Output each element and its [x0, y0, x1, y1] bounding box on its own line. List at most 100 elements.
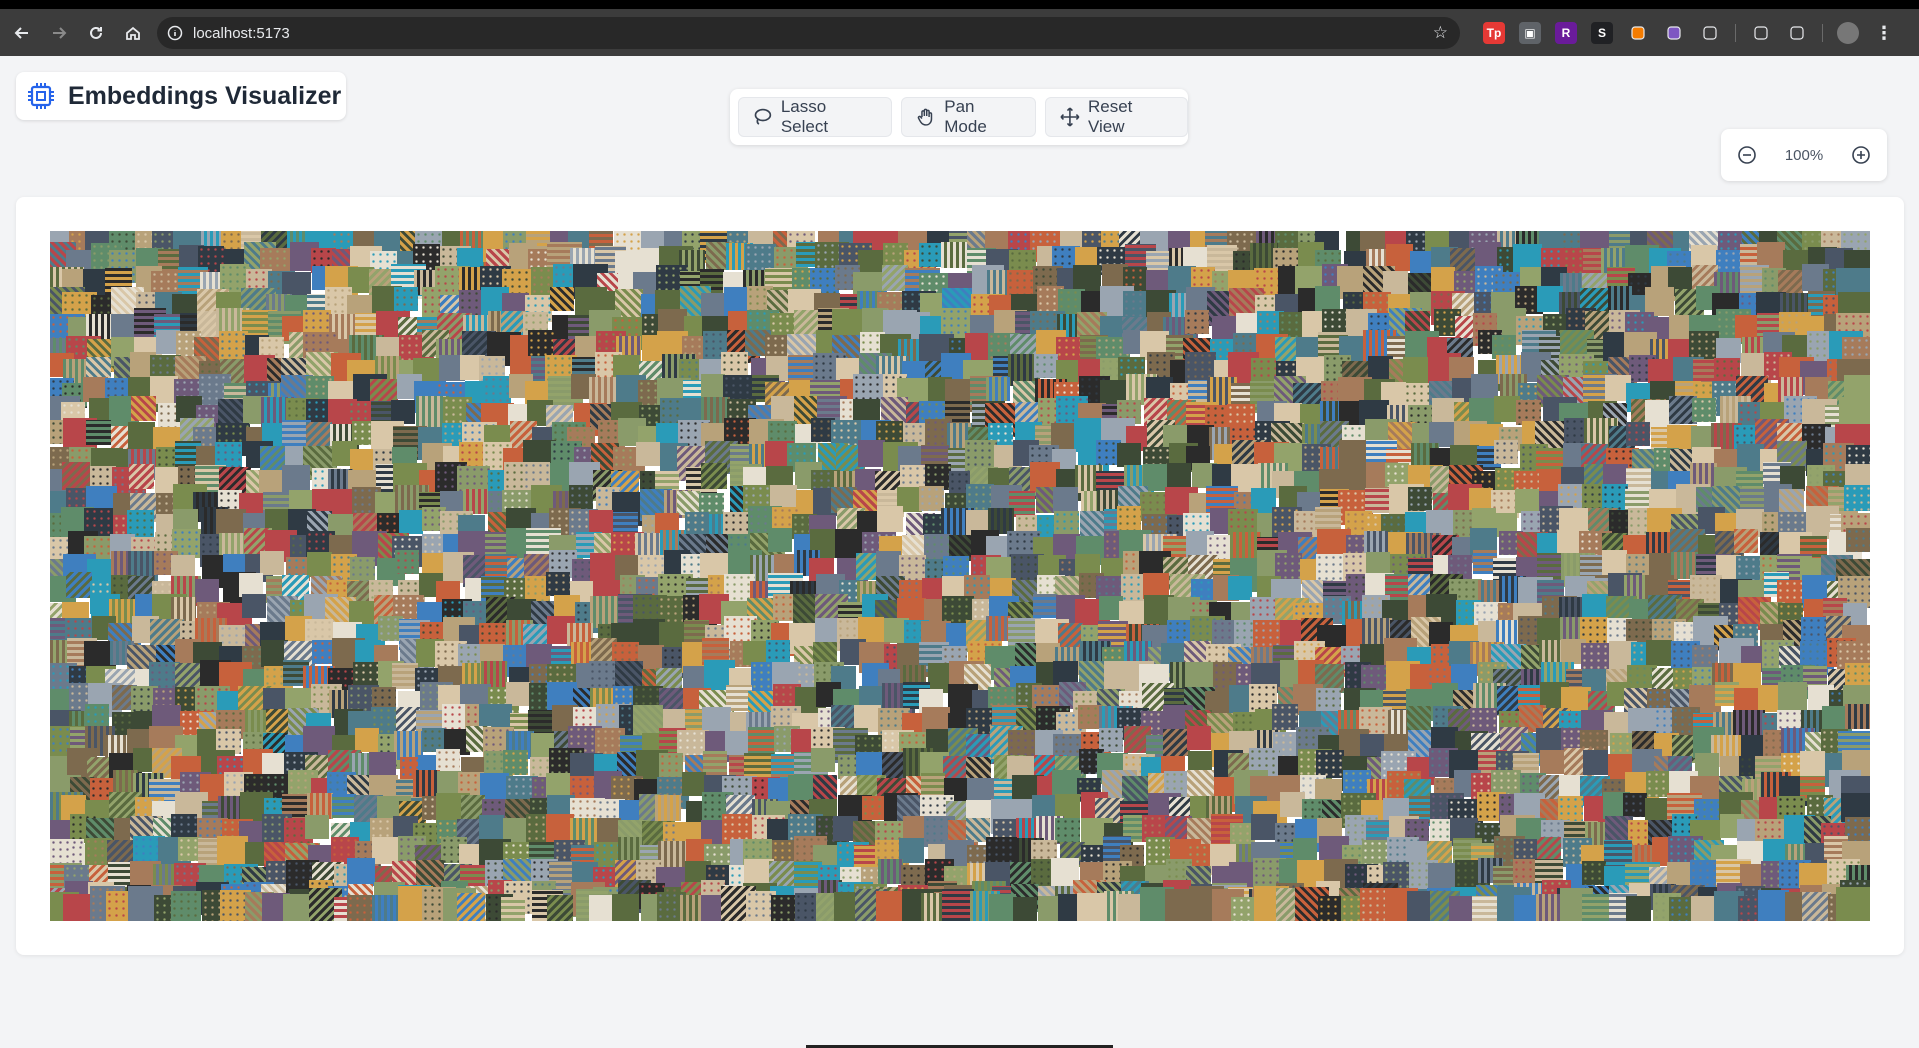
embedding-tile[interactable]: [1494, 440, 1518, 464]
tp-icon[interactable]: Tp: [1483, 22, 1505, 44]
embedding-tile[interactable]: [659, 753, 683, 777]
embedding-tile[interactable]: [1408, 487, 1432, 511]
embedding-tile[interactable]: [479, 815, 504, 840]
embedding-tile[interactable]: [171, 891, 201, 921]
embedding-tile[interactable]: [1055, 818, 1080, 843]
embedding-tile[interactable]: [1316, 750, 1344, 778]
pan-mode-button[interactable]: Pan Mode: [901, 97, 1037, 137]
embedding-tile[interactable]: [332, 794, 356, 818]
embedding-tile[interactable]: [1582, 894, 1609, 921]
embedding-tile[interactable]: [1365, 488, 1390, 513]
embedding-tile[interactable]: [307, 552, 332, 577]
bookmark-star-icon[interactable]: ☆: [1433, 23, 1448, 43]
embedding-tile[interactable]: [986, 377, 1010, 401]
embedding-tile[interactable]: [919, 243, 943, 267]
embedding-tile[interactable]: [127, 510, 154, 537]
embedding-tile[interactable]: [195, 579, 219, 603]
embedding-tile[interactable]: [1117, 506, 1141, 530]
fox-icon[interactable]: [1627, 22, 1649, 44]
embedding-tile[interactable]: [355, 728, 379, 752]
window-icon[interactable]: ▣: [1519, 22, 1541, 44]
embedding-tile[interactable]: [1845, 704, 1870, 729]
embedding-tile[interactable]: [1802, 892, 1831, 921]
embedding-tile[interactable]: [1272, 704, 1298, 730]
embedding-tile[interactable]: [1646, 640, 1672, 666]
embedding-tile[interactable]: [550, 287, 574, 311]
embedding-tile[interactable]: [1558, 796, 1583, 821]
embedding-canvas[interactable]: [16, 197, 1904, 955]
embedding-tile[interactable]: [1472, 896, 1497, 921]
embedding-tile[interactable]: [546, 572, 570, 596]
embedding-tile[interactable]: [1836, 887, 1870, 921]
embedding-tile[interactable]: [989, 894, 1016, 921]
embedding-tile[interactable]: [353, 662, 378, 687]
embedding-tile[interactable]: [399, 510, 423, 534]
embedding-tile[interactable]: [217, 836, 248, 867]
embedding-tile[interactable]: [1844, 485, 1870, 511]
embedding-tile[interactable]: [612, 894, 639, 921]
s-extension-icon[interactable]: S: [1591, 22, 1613, 44]
embedding-tile[interactable]: [1053, 487, 1078, 512]
embedding-tile[interactable]: [347, 895, 373, 921]
embedding-tile[interactable]: [677, 895, 703, 921]
embedding-tile[interactable]: [86, 420, 111, 445]
embedding-tile[interactable]: [748, 727, 775, 754]
embedding-tile[interactable]: [655, 795, 681, 821]
r-extension-icon[interactable]: R: [1555, 22, 1577, 44]
embedding-tile[interactable]: [1034, 354, 1058, 378]
reset-view-button[interactable]: Reset View: [1045, 97, 1188, 137]
embedding-tile[interactable]: [1315, 286, 1340, 311]
embedding-tile[interactable]: [372, 895, 398, 921]
embedding-tile[interactable]: [1033, 594, 1057, 618]
embedding-tile[interactable]: [394, 287, 418, 311]
forward-arrow-icon[interactable]: [45, 19, 73, 47]
embedding-tile[interactable]: [877, 506, 903, 532]
embedding-tile[interactable]: [1251, 814, 1277, 840]
embedding-tile[interactable]: [1007, 270, 1034, 297]
embedding-tile[interactable]: [1122, 776, 1149, 803]
embedding-tile[interactable]: [701, 463, 727, 489]
embedding-tile[interactable]: [63, 894, 90, 921]
embedding-tile[interactable]: [131, 396, 156, 421]
embedding-tile[interactable]: [921, 773, 945, 797]
embedding-tile[interactable]: [701, 374, 725, 398]
embedding-tile[interactable]: [66, 572, 92, 598]
embedding-tile[interactable]: [703, 751, 727, 775]
embedding-tile[interactable]: [1013, 897, 1037, 921]
puzzle-icon[interactable]: [1699, 22, 1721, 44]
embedding-tile[interactable]: [546, 773, 570, 797]
embedding-tile[interactable]: [1228, 576, 1252, 600]
embedding-tile[interactable]: [1778, 682, 1807, 711]
embedding-tile[interactable]: [1623, 793, 1647, 817]
embedding-tile[interactable]: [483, 376, 511, 404]
embedding-tile[interactable]: [129, 464, 154, 489]
embedding-tile[interactable]: [1602, 550, 1627, 575]
embedding-tile[interactable]: [1322, 309, 1347, 334]
embedding-tile[interactable]: [1449, 896, 1474, 921]
embedding-tile[interactable]: [457, 893, 485, 921]
embedding-tile[interactable]: [1536, 894, 1563, 921]
embedding-tile[interactable]: [1669, 897, 1693, 921]
reload-icon[interactable]: [82, 19, 110, 47]
embedding-tile[interactable]: [1054, 511, 1079, 536]
embedding-tile[interactable]: [1187, 770, 1214, 797]
zoom-in-icon[interactable]: [1849, 143, 1873, 167]
embedding-tile[interactable]: [811, 748, 835, 772]
embedding-tile[interactable]: [858, 440, 885, 467]
embedding-tile[interactable]: [1431, 267, 1455, 291]
embedding-tile[interactable]: [501, 897, 525, 921]
embedding-tile[interactable]: [1537, 837, 1561, 861]
incognito-icon[interactable]: [1750, 22, 1772, 44]
embedding-tile[interactable]: [1846, 528, 1870, 552]
embedding-tile[interactable]: [503, 750, 528, 775]
lasso-select-button[interactable]: Lasso Select: [738, 97, 893, 137]
embedding-tile[interactable]: [416, 860, 444, 888]
embedding-tile[interactable]: [350, 557, 375, 582]
embedding-tile[interactable]: [794, 310, 818, 334]
embedding-tile[interactable]: [862, 796, 886, 820]
embedding-tile[interactable]: [876, 551, 901, 576]
embedding-image-mosaic[interactable]: [50, 231, 1870, 921]
cloud-icon[interactable]: [1663, 22, 1685, 44]
zoom-out-icon[interactable]: [1735, 143, 1759, 167]
home-icon[interactable]: [119, 19, 147, 47]
